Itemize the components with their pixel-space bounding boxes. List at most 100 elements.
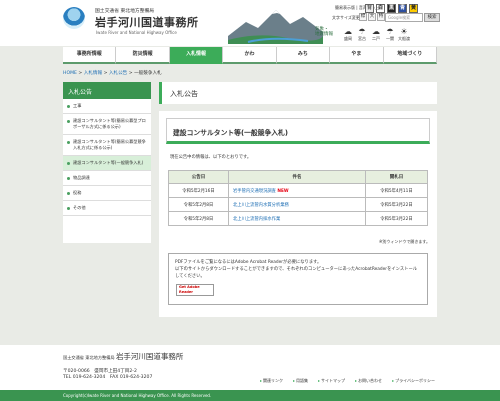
column-header-title: 件名 [228, 170, 366, 184]
global-nav: 事務所情報 防災情報 入札情報 かわ みち やま 地域づくり [63, 47, 437, 64]
notice-date: 令和5年2月8日 [168, 211, 229, 226]
pdf-note-line1: PDFファイルをご覧になるにはAdobe Acrobat Readerが必要にな… [175, 260, 322, 265]
search-button[interactable]: 検索 [424, 13, 440, 22]
weather-label: 大船渡 [398, 36, 410, 41]
weather-icon: ☀ [400, 27, 408, 36]
pdf-note-line2: 以下のサイトからダウンロードすることができますので、それぞれのコンピューターにあ… [175, 267, 418, 279]
open-date: 令和5年4月11日 [365, 183, 428, 198]
breadcrumb-bid-notice[interactable]: 入札公告 [109, 71, 127, 76]
notice-link[interactable]: 北上川上流管内水質分析業務 [233, 203, 289, 208]
breadcrumb-home[interactable]: HOME [63, 71, 77, 76]
table-row: 令和5年2月16日 岩手管内交通現況調査 NEW 令和5年4月11日 [168, 183, 428, 198]
nav-river[interactable]: かわ [223, 47, 277, 64]
sidebar-item-other[interactable]: その他 [63, 201, 151, 216]
sidebar-item-construction[interactable]: 工事 [63, 99, 151, 114]
nav-regional[interactable]: 地域づくり [383, 47, 437, 64]
main-content: 建設コンサルタント等(一般競争入札) 現在公告中の情報は、以下のとおりです。 公… [159, 111, 437, 317]
site-title[interactable]: 岩手河川国道事務所 [95, 14, 199, 30]
open-date: 令和5年3月22日 [365, 211, 428, 226]
footer-office-name: 岩手河川国道事務所 [115, 352, 184, 361]
footer-address: 〒020-0066 盛岡市上田4丁目2-2 TEL 019-624-3204 F… [63, 369, 152, 381]
office-logo-icon[interactable] [63, 7, 85, 29]
nav-bid-info[interactable]: 入札情報 [169, 47, 224, 64]
new-badge: NEW [277, 188, 289, 194]
site-title-en: Iwate River and National Highway Office [96, 30, 177, 35]
breadcrumb-current: 一般競争入札 [134, 71, 162, 76]
footer-org: 国土交通省 東北地方整備局 岩手河川国道事務所 [63, 351, 183, 362]
table-row: 令和5年2月8日 北上川上流管内水質分析業務 令和5年3月22日 [168, 197, 428, 212]
sidebar-item-consultant-proposal[interactable]: 建設コンサルタント等(簡易公募型プロポーザル方式に係る公示) [63, 114, 151, 135]
section-title: 建設コンサルタント等(一般競争入札) [173, 129, 288, 137]
footer-link-glossary[interactable]: 用語集 [293, 378, 308, 384]
weather-link[interactable]: 気象・ 地震情報 [315, 27, 333, 37]
weather-icon: ☁ [344, 27, 352, 36]
notice-link[interactable]: 岩手管内交通現況調査 [233, 189, 276, 194]
font-size-normal-button[interactable]: 標 [359, 13, 367, 21]
column-header-open-date: 開札日 [365, 170, 428, 184]
pdf-notice-box: PDFファイルをご覧になるにはAdobe Acrobat Readerが必要にな… [168, 253, 428, 305]
nav-road[interactable]: みち [276, 47, 331, 64]
font-size-large-button[interactable]: 大 [368, 13, 376, 21]
footer-link-sitemap[interactable]: サイトマップ [318, 378, 345, 384]
weather-strip: ☁ 盛岡 ☂ 宮古 ☁ 二戸 ☂ 一関 ☀ 大船渡 [342, 27, 410, 42]
weather-label: 盛岡 [344, 36, 352, 41]
font-size-xlarge-button[interactable]: 特 [377, 13, 385, 21]
breadcrumb: HOME > 入札情報 > 入札公告 > 一般競争入札 [63, 71, 162, 76]
footer-phone: TEL 019-624-3204 FAX 019-624-3207 [63, 375, 153, 380]
color-button-yellow[interactable]: 黄 [409, 4, 418, 13]
color-button-default[interactable]: 背 [365, 4, 374, 13]
notice-table: 公告日 件名 開札日 令和5年2月16日 岩手管内交通現況調査 NEW 令和5年… [168, 170, 428, 226]
notice-title-cell: 北上川上流管内採水作業 [228, 211, 366, 226]
notice-date: 令和5年2月8日 [168, 197, 229, 212]
column-header-date: 公告日 [168, 170, 229, 184]
window-note: ※別ウィンドウで開きます。 [379, 239, 430, 244]
nav-disaster-info[interactable]: 防災情報 [116, 47, 170, 64]
footer-link-contact[interactable]: お問い合わせ [355, 378, 382, 384]
breadcrumb-bid-info[interactable]: 入札情報 [84, 71, 102, 76]
footer-org-small: 国土交通省 東北地方整備局 [63, 355, 115, 360]
sidebar-item-consultant-general[interactable]: 建設コンサルタント等(一般競争入札) [63, 156, 151, 171]
notice-title-cell: 北上川上流管内水質分析業務 [228, 197, 366, 212]
weather-label: 二戸 [372, 36, 380, 41]
color-button-white[interactable]: 白 [376, 4, 385, 13]
sidebar-item-goods[interactable]: 物品調達 [63, 171, 151, 186]
site-header: 国土交通省 東北地方整備局 岩手河川国道事務所 Iwate River and … [0, 0, 500, 46]
intro-text: 現在公告中の情報は、以下のとおりです。 [170, 155, 252, 160]
weather-label: 一関 [386, 36, 394, 41]
table-row: 令和5年2月8日 北上川上流管内採水作業 令和5年3月22日 [168, 211, 428, 226]
site-footer: 国土交通省 東北地方整備局 岩手河川国道事務所 〒020-0066 盛岡市上田4… [0, 345, 500, 390]
nav-mountain[interactable]: やま [330, 47, 384, 64]
font-size-buttons: 標 大 特 [359, 13, 385, 21]
footer-links: 関連リンク 用語集 サイトマップ お問い合わせ プライバシーポリシー [260, 378, 435, 384]
nav-office-info[interactable]: 事務所情報 [63, 47, 117, 64]
weather-icon: ☂ [358, 27, 366, 36]
mountain-illustration [228, 2, 323, 44]
font-size-label: 文字サイズ変更 [332, 15, 360, 20]
page-title: 入札公告 [170, 90, 198, 98]
weather-item: ☁ 二戸 [370, 27, 382, 42]
weather-icon: ☁ [372, 27, 380, 36]
search-input[interactable]: Google検索 [385, 13, 423, 22]
weather-item: ☁ 盛岡 [342, 27, 354, 42]
copyright-bar: Copyright(c)Iwate River and National Hig… [0, 390, 500, 401]
sidebar-item-consultant-simple[interactable]: 建設コンサルタント等(簡易公募型競争入札方式に係る公示) [63, 135, 151, 156]
color-button-blue[interactable]: 青 [398, 4, 407, 13]
footer-link-related[interactable]: 関連リンク [260, 378, 283, 384]
adobe-badge-text: Get Adobe Reader [179, 285, 200, 294]
weather-label: 宮古 [358, 36, 366, 41]
table-header-row: 公告日 件名 開札日 [168, 170, 428, 184]
page-title-box: 入札公告 [159, 82, 437, 104]
org-name: 国土交通省 東北地方整備局 [95, 9, 155, 14]
weather-item: ☂ 一関 [384, 27, 396, 42]
footer-link-privacy[interactable]: プライバシーポリシー [392, 378, 435, 384]
sidebar: 入札公告 工事 建設コンサルタント等(簡易公募型プロポーザル方式に係る公示) 建… [63, 82, 151, 243]
adobe-reader-badge[interactable]: Get Adobe Reader [176, 284, 214, 296]
sidebar-item-services[interactable]: 役務 [63, 186, 151, 201]
notice-date: 令和5年2月16日 [168, 183, 229, 198]
section-heading-box: 建設コンサルタント等(一般競争入札) [166, 118, 430, 144]
color-tools: 背 白 黒 青 黄 [365, 4, 418, 13]
weather-item: ☂ 宮古 [356, 27, 368, 42]
color-button-black[interactable]: 黒 [387, 4, 396, 13]
notice-link[interactable]: 北上川上流管内採水作業 [233, 217, 280, 222]
notice-title-cell: 岩手管内交通現況調査 NEW [228, 183, 366, 198]
